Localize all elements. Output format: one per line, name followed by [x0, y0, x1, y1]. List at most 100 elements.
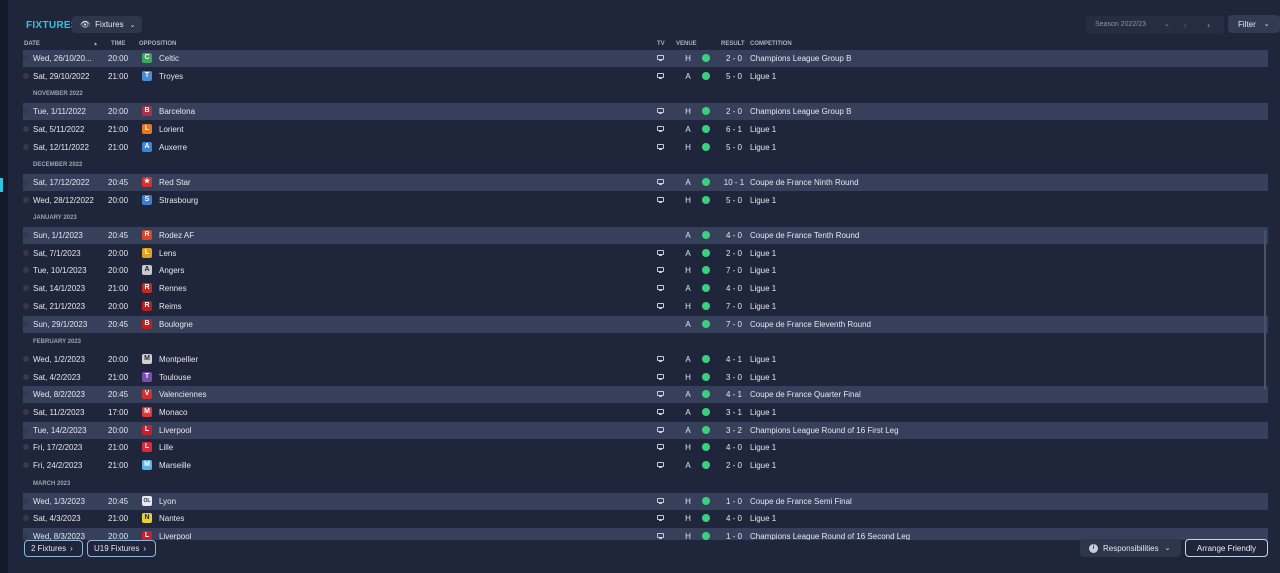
match-result[interactable]: 7 - 0 [720, 302, 748, 311]
fixture-row[interactable]: Sat, 5/11/2022 21:00 L Lorient A 6 - 1 Ligue 1 [23, 120, 1268, 138]
match-result[interactable]: 1 - 0 [720, 497, 748, 506]
opposition-name[interactable]: Troyes [159, 72, 183, 81]
opposition-name[interactable]: Strasbourg [159, 196, 198, 205]
competition-name[interactable]: Ligue 1 [750, 443, 776, 452]
fixture-row[interactable]: Wed, 8/3/2023 20:00 L Liverpool H 1 - 0 Champi… [23, 527, 1268, 540]
fixture-row[interactable]: Tue, 10/1/2023 20:00 A Angers H 7 - 0 Ligue 1 [23, 262, 1268, 280]
match-result[interactable]: 7 - 0 [720, 320, 748, 329]
fixture-row[interactable]: Sun, 1/1/2023 20:45 R Rodez AF A 4 - 0 Coupe d… [23, 227, 1268, 244]
competition-name[interactable]: Champions League Round of 16 First Leg [750, 426, 899, 435]
fixture-row[interactable]: Sun, 29/1/2023 20:45 B Boulogne A 7 - 0 Coupe … [23, 315, 1268, 333]
competition-name[interactable]: Champions League Group B [750, 107, 851, 116]
fixture-row[interactable]: Sat, 12/11/2022 21:00 A Auxerre H 5 - 0 Ligue … [23, 138, 1268, 156]
match-result[interactable]: 1 - 0 [720, 532, 748, 540]
competition-name[interactable]: Ligue 1 [750, 373, 776, 382]
competition-name[interactable]: Ligue 1 [750, 143, 776, 152]
filter-button[interactable]: Filter ⌄ [1228, 15, 1280, 33]
column-header-date[interactable]: DATE [24, 41, 40, 47]
competition-name[interactable]: Ligue 1 [750, 461, 776, 470]
competition-name[interactable]: Ligue 1 [750, 284, 776, 293]
opposition-name[interactable]: Marseille [159, 461, 191, 470]
competition-name[interactable]: Ligue 1 [750, 196, 776, 205]
fixture-row[interactable]: Sat, 14/1/2023 21:00 R Rennes A 4 - 0 Ligue 1 [23, 280, 1268, 298]
fixture-row[interactable]: Wed, 28/12/2022 20:00 S Strasbourg H 5 - 0 Lig… [23, 191, 1268, 209]
opposition-name[interactable]: Lorient [159, 125, 183, 134]
match-result[interactable]: 3 - 1 [720, 408, 748, 417]
competition-name[interactable]: Ligue 1 [750, 249, 776, 258]
competition-name[interactable]: Ligue 1 [750, 302, 776, 311]
fixture-row[interactable]: Sat, 17/12/2022 20:45 ★ Red Star A 10 - 1 Coup… [23, 173, 1268, 191]
fixture-row[interactable]: Sat, 29/10/2022 21:00 T Troyes A 5 - 0 Ligue 1 [23, 67, 1268, 85]
opposition-name[interactable]: Boulogne [159, 320, 193, 329]
fixtures-link-button[interactable]: 2 Fixtures › [24, 540, 83, 557]
column-header-venue[interactable]: VENUE [676, 41, 697, 47]
fixture-row[interactable]: Wed, 8/2/2023 20:45 V Valenciennes A 4 - 1 Cou… [23, 386, 1268, 404]
competition-name[interactable]: Ligue 1 [750, 408, 776, 417]
competition-name[interactable]: Ligue 1 [750, 266, 776, 275]
opposition-name[interactable]: Liverpool [159, 426, 191, 435]
opposition-name[interactable]: Barcelona [159, 107, 195, 116]
fixture-row[interactable]: Sat, 7/1/2023 20:00 L Lens A 2 - 0 Ligue 1 [23, 244, 1268, 262]
competition-name[interactable]: Coupe de France Tenth Round [750, 231, 859, 240]
competition-name[interactable]: Ligue 1 [750, 72, 776, 81]
previous-season-icon[interactable]: ‹ [1184, 20, 1187, 30]
match-result[interactable]: 2 - 0 [720, 54, 748, 63]
opposition-name[interactable]: Nantes [159, 514, 184, 523]
competition-name[interactable]: Champions League Round of 16 Second Leg [750, 532, 910, 540]
column-header-opposition[interactable]: OPPOSITION [139, 41, 176, 47]
match-result[interactable]: 4 - 1 [720, 390, 748, 399]
competition-name[interactable]: Coupe de France Quarter Final [750, 390, 861, 399]
next-season-icon[interactable]: › [1207, 20, 1210, 30]
match-result[interactable]: 10 - 1 [720, 178, 748, 187]
match-result[interactable]: 3 - 0 [720, 373, 748, 382]
competition-name[interactable]: Coupe de France Eleventh Round [750, 320, 871, 329]
competition-name[interactable]: Ligue 1 [750, 125, 776, 134]
arrange-friendly-button[interactable]: Arrange Friendly [1185, 539, 1268, 557]
competition-name[interactable]: Champions League Group B [750, 54, 851, 63]
fixture-row[interactable]: Sat, 4/2/2023 21:00 T Toulouse H 3 - 0 Ligue 1 [23, 368, 1268, 386]
match-result[interactable]: 5 - 0 [720, 196, 748, 205]
opposition-name[interactable]: Reims [159, 302, 182, 311]
column-header-tv[interactable]: TV [657, 41, 665, 47]
opposition-name[interactable]: Red Star [159, 178, 191, 187]
competition-name[interactable]: Ligue 1 [750, 514, 776, 523]
fixture-row[interactable]: Wed, 26/10/20... 20:00 C Celtic H 2 - 0 Champi… [23, 50, 1268, 67]
match-result[interactable]: 4 - 0 [720, 284, 748, 293]
match-result[interactable]: 4 - 0 [720, 443, 748, 452]
opposition-name[interactable]: Liverpool [159, 532, 191, 540]
match-result[interactable]: 2 - 0 [720, 249, 748, 258]
fixture-row[interactable]: Tue, 14/2/2023 20:00 L Liverpool A 3 - 2 Champ… [23, 421, 1268, 439]
opposition-name[interactable]: Lille [159, 443, 173, 452]
fixture-row[interactable]: Sat, 21/1/2023 20:00 R Reims H 7 - 0 Ligue 1 [23, 297, 1268, 315]
match-result[interactable]: 4 - 1 [720, 355, 748, 364]
opposition-name[interactable]: Montpellier [159, 355, 198, 364]
competition-name[interactable]: Coupe de France Ninth Round [750, 178, 859, 187]
column-header-competition[interactable]: COMPETITION [750, 41, 792, 47]
column-header-result[interactable]: RESULT [721, 41, 745, 47]
fixture-row[interactable]: Sat, 11/2/2023 17:00 M Monaco A 3 - 1 Ligue 1 [23, 404, 1268, 421]
opposition-name[interactable]: Valenciennes [159, 390, 206, 399]
match-result[interactable]: 5 - 0 [720, 72, 748, 81]
opposition-name[interactable]: Toulouse [159, 373, 191, 382]
view-dropdown[interactable]: 👁 Fixtures ⌄ [72, 16, 142, 33]
match-result[interactable]: 6 - 1 [720, 125, 748, 134]
fixture-row[interactable]: Wed, 1/2/2023 20:00 M Montpellier A 4 - 1 Ligu… [23, 350, 1268, 368]
competition-name[interactable]: Ligue 1 [750, 355, 776, 364]
fixture-row[interactable]: Fri, 17/2/2023 21:00 L Lille H 4 - 0 Ligue 1 [23, 439, 1268, 457]
opposition-name[interactable]: Monaco [159, 408, 187, 417]
fixture-row[interactable]: Fri, 24/2/2023 21:00 M Marseille A 2 - 0 Ligue… [23, 457, 1268, 475]
opposition-name[interactable]: Rodez AF [159, 231, 194, 240]
match-result[interactable]: 7 - 0 [720, 266, 748, 275]
season-selector[interactable]: Season 2022/23 ⌄ ‹ › [1086, 16, 1224, 34]
opposition-name[interactable]: Lens [159, 249, 176, 258]
match-result[interactable]: 2 - 0 [720, 107, 748, 116]
opposition-name[interactable]: Rennes [159, 284, 187, 293]
opposition-name[interactable]: Lyon [159, 497, 176, 506]
responsibilities-button[interactable]: i Responsibilities ⌄ [1080, 539, 1181, 557]
match-result[interactable]: 3 - 2 [720, 426, 748, 435]
scrollbar[interactable] [1264, 230, 1266, 390]
opposition-name[interactable]: Auxerre [159, 143, 187, 152]
opposition-name[interactable]: Angers [159, 266, 184, 275]
match-result[interactable]: 4 - 0 [720, 231, 748, 240]
fixture-row[interactable]: Wed, 1/3/2023 20:45 OL Lyon H 1 - 0 Coupe de F… [23, 492, 1268, 510]
